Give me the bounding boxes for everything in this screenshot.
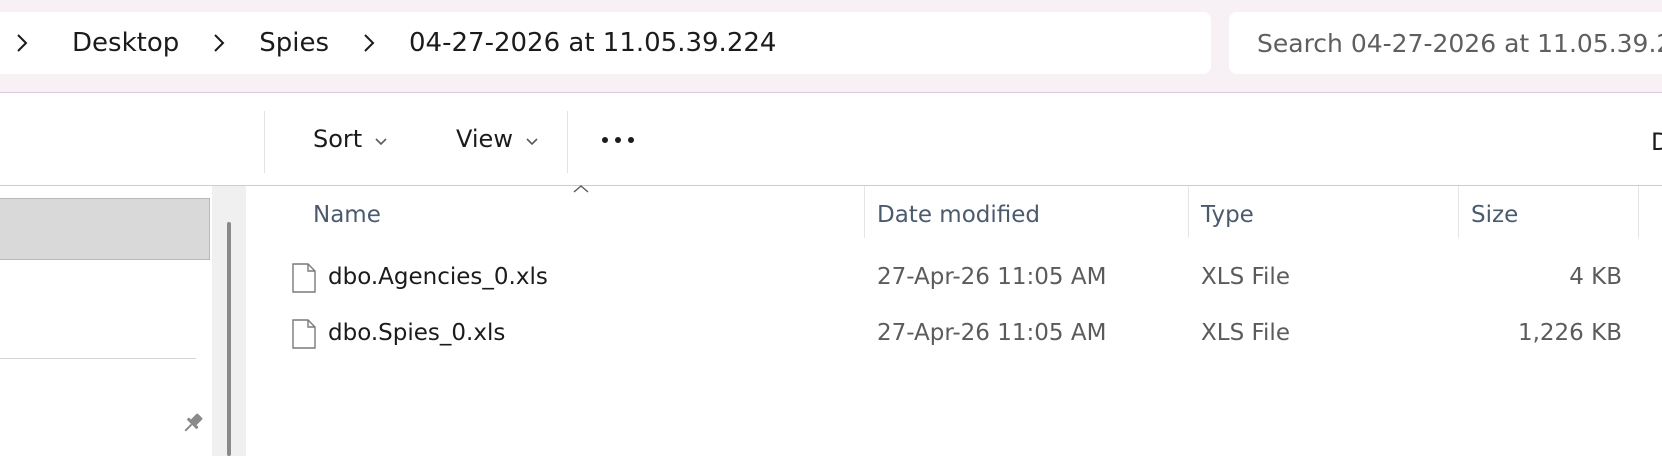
command-bar: Sort View xyxy=(0,93,1662,186)
nav-scrollbar-thumb[interactable] xyxy=(227,222,231,456)
view-button[interactable]: View xyxy=(456,111,539,167)
title-bar: Desktop Spies 04-27-2026 at 11.05.39.224… xyxy=(0,0,1662,93)
file-date-modified: 27-Apr-26 11:05 AM xyxy=(877,320,1107,346)
search-input[interactable]: Search 04-27-2026 at 11.05.39.224 xyxy=(1229,12,1662,74)
file-date-modified: 27-Apr-26 11:05 AM xyxy=(877,264,1107,290)
chevron-down-icon xyxy=(374,125,388,153)
breadcrumb-desktop[interactable]: Desktop xyxy=(66,28,185,58)
breadcrumb-current-folder[interactable]: 04-27-2026 at 11.05.39.224 xyxy=(403,28,782,58)
column-header-type[interactable]: Type xyxy=(1201,197,1254,233)
chevron-right-icon[interactable] xyxy=(357,31,381,55)
column-divider[interactable] xyxy=(864,186,865,238)
more-horizontal-icon xyxy=(600,130,636,149)
chevron-right-icon[interactable] xyxy=(207,31,231,55)
search-placeholder: Search 04-27-2026 at 11.05.39.224 xyxy=(1257,28,1662,58)
table-row[interactable]: dbo.Agencies_0.xls 27-Apr-26 11:05 AM XL… xyxy=(246,251,1662,303)
sort-button[interactable]: Sort xyxy=(313,111,388,167)
nav-item-selected[interactable] xyxy=(0,198,210,260)
file-type: XLS File xyxy=(1201,320,1290,346)
file-size: 1,226 KB xyxy=(1517,320,1622,346)
table-row[interactable]: dbo.Spies_0.xls 27-Apr-26 11:05 AM XLS F… xyxy=(246,307,1662,359)
details-button-partial[interactable]: D xyxy=(1651,128,1662,156)
file-size: 4 KB xyxy=(1569,264,1622,290)
view-label: View xyxy=(456,125,513,153)
sort-label: Sort xyxy=(313,125,363,153)
file-type: XLS File xyxy=(1201,264,1290,290)
nav-divider xyxy=(0,358,196,359)
more-options-button[interactable] xyxy=(596,117,640,161)
column-header-name[interactable]: Name xyxy=(313,197,381,233)
navigation-pane xyxy=(0,186,212,456)
column-header-date-modified[interactable]: Date modified xyxy=(877,197,1040,233)
chevron-right-icon[interactable] xyxy=(10,31,34,55)
file-icon xyxy=(292,319,316,349)
sort-ascending-icon xyxy=(573,185,589,193)
column-divider[interactable] xyxy=(1458,186,1459,238)
file-name: dbo.Agencies_0.xls xyxy=(328,264,548,290)
file-name: dbo.Spies_0.xls xyxy=(328,320,506,346)
breadcrumb-spies[interactable]: Spies xyxy=(253,28,335,58)
file-icon xyxy=(292,263,316,293)
address-bar[interactable]: Desktop Spies 04-27-2026 at 11.05.39.224 xyxy=(0,12,1211,74)
toolbar-divider xyxy=(264,111,265,173)
column-divider[interactable] xyxy=(1638,186,1639,238)
column-header-size[interactable]: Size xyxy=(1471,197,1518,233)
pin-icon[interactable] xyxy=(180,410,206,436)
chevron-down-icon xyxy=(525,125,539,153)
column-divider[interactable] xyxy=(1188,186,1189,238)
toolbar-divider xyxy=(567,111,568,173)
